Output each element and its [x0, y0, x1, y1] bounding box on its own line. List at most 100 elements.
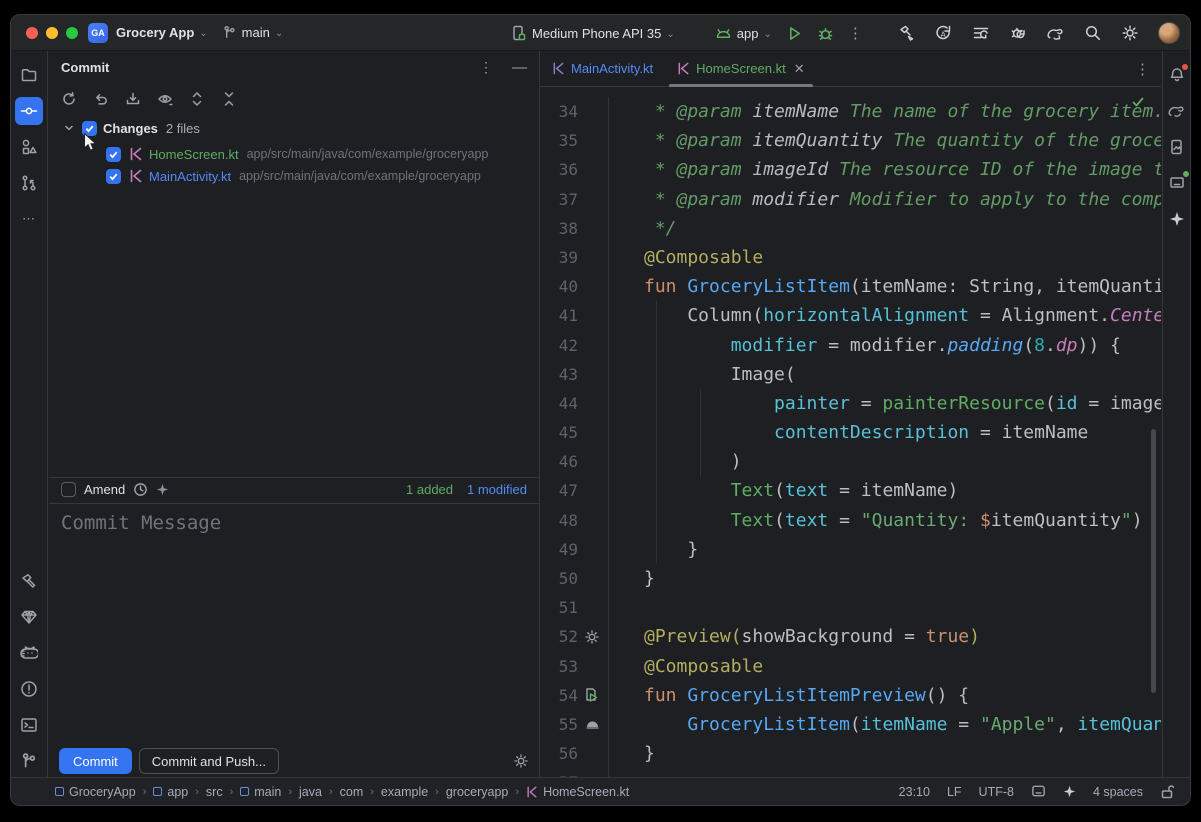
pull-requests-tool-button[interactable]	[15, 169, 43, 197]
breadcrumb-item[interactable]: src	[206, 785, 223, 799]
caret-position[interactable]: 23:10	[899, 785, 930, 799]
gradle-tool-button[interactable]	[1163, 97, 1191, 125]
code-editor[interactable]: 34 * @param itemName The name of the gro…	[540, 87, 1161, 777]
code-line[interactable]: 47 Text(text = itemName)	[540, 476, 1161, 505]
commit-and-push-button[interactable]: Commit and Push...	[139, 748, 279, 774]
user-avatar[interactable]	[1158, 22, 1180, 44]
run-configuration-selector[interactable]: app ⌄	[715, 26, 772, 41]
resource-manager-tool-button[interactable]	[15, 133, 43, 161]
commit-options-gear-button[interactable]	[513, 753, 529, 769]
code-line[interactable]: 52@Preview(showBackground = true)	[540, 622, 1161, 651]
code-line[interactable]: 42 modifier = modifier.padding(8.dp)) {	[540, 331, 1161, 360]
version-control-tool-button[interactable]	[15, 747, 43, 775]
commit-history-clock-icon[interactable]	[133, 482, 148, 497]
code-line[interactable]: 43 Image(	[540, 360, 1161, 389]
code-line[interactable]: 40fun GroceryListItem(itemName: String, …	[540, 272, 1161, 301]
minimize-window-button[interactable]	[46, 27, 58, 39]
compose-preview-icon[interactable]	[586, 719, 599, 729]
code-line[interactable]: 51	[540, 593, 1161, 622]
file-encoding[interactable]: UTF-8	[979, 785, 1014, 799]
breadcrumb-item[interactable]: HomeScreen.kt	[526, 785, 629, 799]
unlocked-padlock-icon[interactable]	[1160, 784, 1174, 799]
close-window-button[interactable]	[26, 27, 38, 39]
shelve-changes-button[interactable]	[121, 87, 145, 111]
editor-scrollbar[interactable]	[1151, 429, 1156, 693]
preview-settings-gear-icon[interactable]	[584, 629, 600, 645]
notifications-button[interactable]	[1163, 61, 1191, 89]
code-line[interactable]: 50}	[540, 564, 1161, 593]
refresh-changes-button[interactable]	[57, 87, 81, 111]
reader-mode-icon[interactable]	[1031, 784, 1046, 799]
ai-commit-message-sparkle-icon[interactable]	[156, 483, 169, 496]
problems-tool-button[interactable]	[15, 675, 43, 703]
rollback-button[interactable]	[89, 87, 113, 111]
commit-button[interactable]: Commit	[59, 748, 132, 774]
close-tab-icon[interactable]: ✕	[794, 61, 805, 77]
ai-sparkle-icon[interactable]	[1063, 785, 1076, 798]
tab-list-button[interactable]: ⋮	[1135, 60, 1151, 78]
panel-options-button[interactable]: ⋮	[479, 59, 494, 76]
chevron-down-icon[interactable]	[63, 122, 75, 134]
device-selector[interactable]: Medium Phone API 35 ⌄	[511, 25, 675, 41]
code-line[interactable]: 41 Column(horizontalAlignment = Alignmen…	[540, 301, 1161, 330]
code-line[interactable]: 34 * @param itemName The name of the gro…	[540, 97, 1161, 126]
code-line[interactable]: 53@Composable	[540, 652, 1161, 681]
breadcrumb-item[interactable]: groceryapp	[446, 785, 509, 799]
zoom-window-button[interactable]	[66, 27, 78, 39]
code-line[interactable]: 49 }	[540, 535, 1161, 564]
debug-button[interactable]	[817, 25, 834, 42]
file-row-mainactivity[interactable]: MainActivity.kt app/src/main/java/com/ex…	[49, 165, 539, 187]
file-row-homescreen[interactable]: HomeScreen.kt app/src/main/java/com/exam…	[49, 143, 539, 165]
indent-setting[interactable]: 4 spaces	[1093, 785, 1143, 799]
restart-activity-icon[interactable]	[972, 24, 990, 42]
collapse-all-button[interactable]	[217, 87, 241, 111]
file-checkbox[interactable]	[106, 147, 121, 162]
gradle-sync-icon[interactable]	[1046, 25, 1065, 42]
project-selector[interactable]: Grocery App ⌄	[116, 25, 208, 40]
search-icon[interactable]	[1084, 24, 1102, 42]
modified-count[interactable]: 1 modified	[467, 482, 527, 497]
code-line[interactable]: 37 * @param modifier Modifier to apply t…	[540, 185, 1161, 214]
device-manager-tool-button[interactable]	[1163, 169, 1191, 197]
line-ending[interactable]: LF	[947, 785, 962, 799]
app-quality-insights-tool-button[interactable]	[15, 603, 43, 631]
project-tool-button[interactable]	[15, 61, 43, 89]
code-line[interactable]: 44 painter = painterResource(id = imageI…	[540, 389, 1161, 418]
expand-all-button[interactable]	[185, 87, 209, 111]
amend-checkbox[interactable]	[61, 482, 76, 497]
gemini-tool-button[interactable]	[1163, 205, 1191, 233]
file-checkbox[interactable]	[106, 169, 121, 184]
breadcrumb-item[interactable]: GroceryApp	[55, 785, 136, 799]
code-line[interactable]: 38 */	[540, 214, 1161, 243]
code-line[interactable]: 57	[540, 768, 1161, 777]
more-tool-windows-button[interactable]: ⋯	[15, 205, 43, 233]
tab-homescreen[interactable]: HomeScreen.kt ✕	[665, 51, 817, 87]
terminal-tool-button[interactable]	[15, 711, 43, 739]
inspections-passed-icon[interactable]	[1131, 95, 1145, 109]
show-diff-preview-button[interactable]	[153, 87, 177, 111]
apply-code-changes-icon[interactable]: A	[935, 24, 953, 42]
breadcrumb-item[interactable]: app	[153, 785, 188, 799]
commit-message-editor[interactable]: Commit Message	[49, 503, 539, 745]
code-line[interactable]: 39@Composable	[540, 243, 1161, 272]
running-devices-tool-button[interactable]	[1163, 133, 1191, 161]
changes-root-row[interactable]: Changes 2 files	[49, 117, 539, 139]
code-line[interactable]: 55 GroceryListItem(itemName = "Apple", i…	[540, 710, 1161, 739]
branch-selector[interactable]: main ⌄	[222, 25, 284, 40]
hide-panel-button[interactable]: —	[512, 59, 527, 76]
build-hammer-icon[interactable]	[898, 24, 916, 42]
breadcrumb-item[interactable]: com	[340, 785, 364, 799]
build-tool-button[interactable]	[15, 567, 43, 595]
code-line[interactable]: 45 contentDescription = itemName	[540, 418, 1161, 447]
breadcrumb-item[interactable]: java	[299, 785, 322, 799]
commit-tool-button[interactable]	[15, 97, 43, 125]
more-run-options-button[interactable]: ⋮	[848, 24, 864, 42]
breadcrumb-item[interactable]: example	[381, 785, 428, 799]
code-line[interactable]: 46 )	[540, 447, 1161, 476]
tab-mainactivity[interactable]: MainActivity.kt	[540, 51, 665, 87]
code-line[interactable]: 54fun GroceryListItemPreview() {	[540, 681, 1161, 710]
logcat-tool-button[interactable]	[15, 639, 43, 667]
code-line[interactable]: 48 Text(text = "Quantity: $itemQuantity"…	[540, 506, 1161, 535]
code-line[interactable]: 35 * @param itemQuantity The quantity of…	[540, 126, 1161, 155]
breadcrumb-item[interactable]: main	[240, 785, 281, 799]
